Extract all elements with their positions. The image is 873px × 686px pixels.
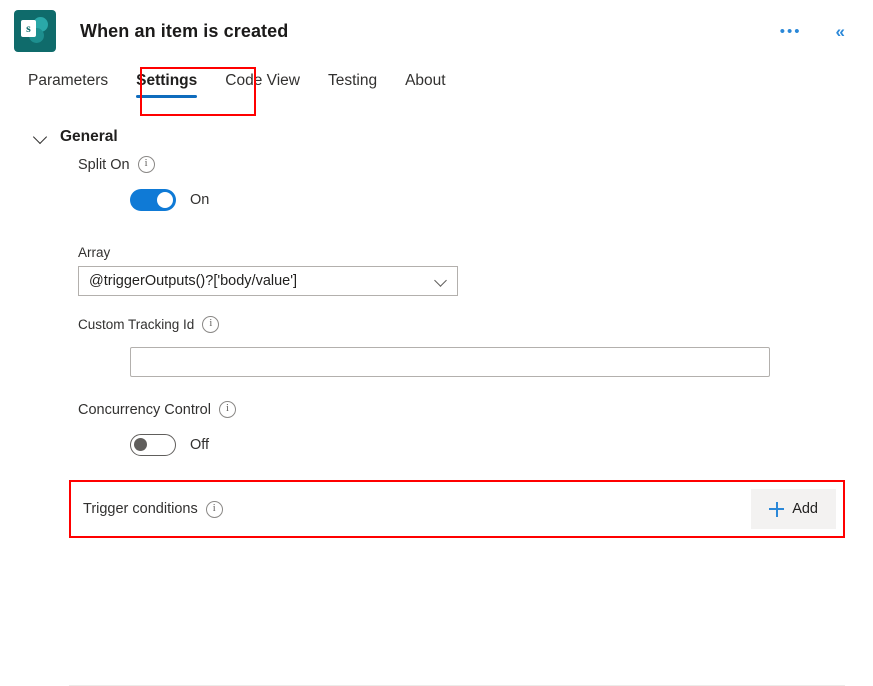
add-trigger-condition-button[interactable]: Add: [751, 489, 836, 529]
tab-parameters-label: Parameters: [28, 72, 109, 89]
add-trigger-condition-label: Add: [792, 501, 818, 517]
toggle-concurrency-control[interactable]: [130, 434, 176, 456]
panel-header: s When an item is created ••• «: [0, 0, 873, 62]
field-label-split-on: Split On i: [78, 156, 873, 173]
toggle-split-on-state: On: [190, 192, 210, 208]
field-label-array: Array: [78, 245, 873, 260]
tab-settings-label: Settings: [136, 72, 198, 89]
tab-parameters[interactable]: Parameters: [14, 62, 122, 102]
info-icon-split-on[interactable]: i: [137, 156, 155, 173]
field-label-concurrency-control: Concurrency Control i: [78, 401, 873, 418]
toggle-row-concurrency-control: Off: [78, 434, 873, 456]
field-label-concurrency-control-text: Concurrency Control: [78, 401, 211, 418]
toggle-concurrency-control-state: Off: [190, 437, 210, 453]
tab-testing-label: Testing: [327, 72, 378, 89]
tab-about[interactable]: About: [391, 62, 460, 102]
trigger-conditions-section: Trigger conditions i Add: [0, 480, 873, 538]
array-dropdown[interactable]: @triggerOutputs()?['body/value']: [78, 266, 458, 296]
tab-code-view[interactable]: Code View: [211, 62, 314, 102]
toggle-concurrency-control-knob: [134, 438, 147, 451]
field-label-trigger-conditions-text: Trigger conditions: [83, 501, 198, 517]
array-dropdown-value: @triggerOutputs()?['body/value']: [89, 273, 298, 289]
custom-tracking-id-input[interactable]: [130, 347, 770, 377]
field-custom-tracking-id: Custom Tracking Id i: [0, 316, 873, 377]
chevron-down-icon: [34, 130, 48, 144]
field-label-custom-tracking-id: Custom Tracking Id i: [78, 316, 873, 333]
field-split-on: Split On i On: [0, 156, 873, 211]
info-icon-custom-tracking-id[interactable]: i: [202, 316, 220, 333]
chevron-down-icon-array: [435, 275, 447, 287]
field-label-trigger-conditions: Trigger conditions i: [83, 500, 223, 518]
field-array: Array @triggerOutputs()?['body/value']: [0, 245, 873, 296]
more-options-icon[interactable]: •••: [774, 20, 808, 43]
field-label-split-on-text: Split On: [78, 156, 130, 173]
trigger-conditions-row: Trigger conditions i Add: [69, 480, 845, 538]
field-label-array-text: Array: [78, 245, 111, 260]
tab-about-label: About: [405, 72, 446, 89]
sharepoint-icon: s: [14, 10, 56, 52]
settings-content: General Split On i On Array @triggerOutp…: [0, 114, 873, 538]
toggle-row-split-on: On: [78, 189, 873, 211]
section-header-general[interactable]: General: [0, 114, 873, 156]
info-icon-concurrency-control[interactable]: i: [218, 401, 236, 418]
info-icon-trigger-conditions[interactable]: i: [205, 500, 223, 518]
field-label-custom-tracking-id-text: Custom Tracking Id: [78, 317, 195, 332]
tab-bar: Parameters Settings Code View Testing Ab…: [0, 62, 873, 116]
sharepoint-icon-letter: s: [21, 20, 36, 37]
page-title: When an item is created: [80, 20, 289, 41]
field-concurrency-control: Concurrency Control i Off: [0, 401, 873, 456]
tab-settings[interactable]: Settings: [122, 62, 211, 102]
tab-testing[interactable]: Testing: [314, 62, 391, 102]
collapse-panel-icon[interactable]: «: [830, 19, 851, 44]
tab-active-underline: [136, 95, 198, 98]
section-title-general: General: [60, 128, 118, 145]
toggle-split-on-knob: [157, 192, 173, 208]
toggle-split-on[interactable]: [130, 189, 176, 211]
plus-icon: [769, 501, 785, 517]
tab-code-view-label: Code View: [225, 72, 300, 89]
